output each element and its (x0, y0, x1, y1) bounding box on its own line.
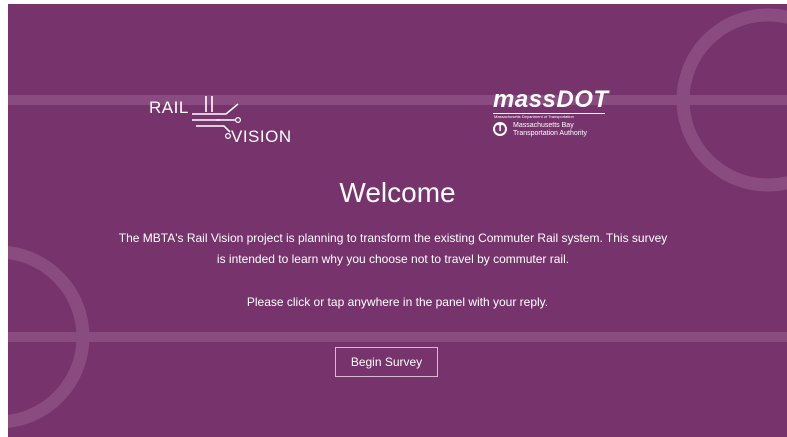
rail-vision-logo: RAIL VISION (146, 92, 296, 148)
vision-logo-text: VISION (231, 127, 292, 146)
massdot-subtitle: Massachusetts Department of Transportati… (494, 114, 574, 119)
mbta-name: Massachusetts Bay Transportation Authori… (513, 122, 587, 138)
intro-line-2: is intended to learn why you choose not … (216, 252, 570, 266)
bottom-track-band (8, 332, 787, 342)
massdot-mbta-logo: massDOT Massachusetts Department of Tran… (489, 86, 629, 149)
massdot-logo-text: massDOT (493, 86, 609, 113)
mbta-name-line1: Massachusetts Bay (513, 122, 574, 129)
instruction-text: Please click or tap anywhere in the pane… (246, 295, 549, 309)
intro-paragraph: The MBTA's Rail Vision project is planni… (68, 228, 718, 270)
rail-logo-text: RAIL (149, 98, 189, 117)
mbta-t-icon: T (493, 122, 507, 136)
mbta-name-line2: Transportation Authority (513, 130, 588, 137)
welcome-title: Welcome (339, 177, 456, 208)
survey-panel[interactable]: RAIL VISION massDOT Massachusetts Depart… (8, 4, 787, 437)
begin-survey-button[interactable]: Begin Survey (335, 347, 438, 377)
intro-line-1: The MBTA's Rail Vision project is planni… (118, 231, 668, 245)
top-track-band (8, 95, 787, 105)
